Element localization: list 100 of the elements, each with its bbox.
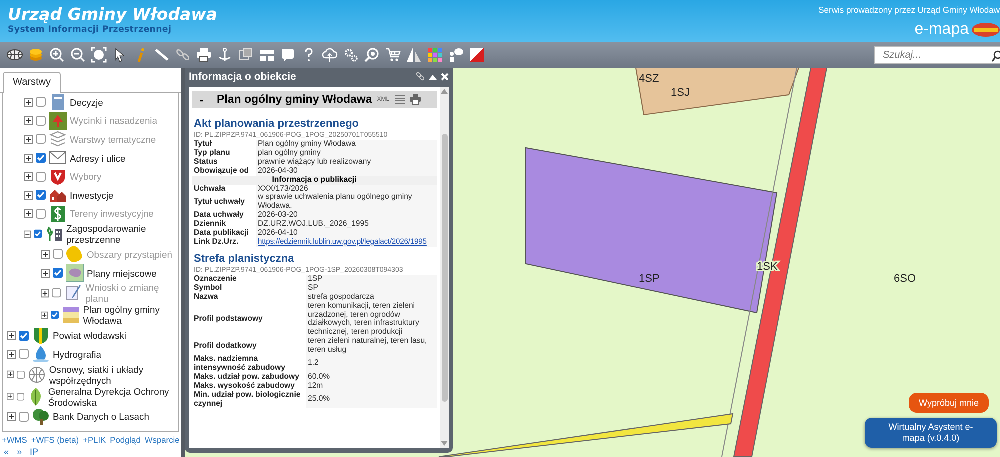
scrollbar[interactable] [440,87,449,448]
site-title: Urząd Gminy Włodawa [8,4,218,25]
search-icon[interactable] [992,50,1000,62]
anchor-icon [216,47,232,63]
zone-area[interactable] [526,147,778,314]
checkbox[interactable] [53,268,63,278]
chat-person-icon [448,47,464,63]
checkbox[interactable] [19,330,29,341]
ruler-icon [154,47,170,63]
money-icon [49,204,67,223]
layers-tab[interactable]: Warstwy [3,72,61,93]
plant-building-icon [46,225,64,244]
expand-icon[interactable] [7,412,16,422]
layer-label[interactable]: Hydrografia [53,348,102,360]
logo-text: e-mapa [914,22,969,38]
operator-note: Serwis prowadzony przez Urząd Gminy Włodaw [818,5,1000,15]
section-title: Strefa planistyczna [194,252,296,265]
assistant-button[interactable]: Wirtualny Asystent e-mapa (v.0.4.0) [865,418,997,448]
road[interactable] [733,68,828,457]
close-icon[interactable] [441,72,449,80]
layer-label[interactable]: Adresy i ulice [70,152,126,164]
expand-icon[interactable] [7,392,14,402]
sail-icon [406,47,422,63]
list-icon[interactable] [394,94,405,104]
layer-label[interactable]: Generalna Dyrekcja Ochrony Środowiska [48,386,178,408]
panel-link[interactable]: +WMS [2,435,28,445]
collapse-icon[interactable] [24,230,32,239]
road[interactable] [438,413,734,457]
tree-icon [49,112,67,130]
popup-title: Informacja o obiekcie [189,70,298,82]
cart-icon [384,47,400,63]
checkbox[interactable] [17,370,26,380]
layers-icon [28,47,44,63]
try-me-tooltip: Wypróbuj mnie [909,393,989,413]
checkbox[interactable] [36,190,46,200]
panel-link[interactable]: Podgląd [110,435,141,445]
shield-icon [49,168,67,186]
document-icon [49,93,67,112]
zone-label: 6SO [894,273,916,285]
checkbox[interactable] [16,392,24,402]
site-subtitle: System Informacji Przestrzennej [8,25,173,35]
checkbox[interactable] [36,153,46,164]
expand-icon[interactable] [7,370,14,380]
expand-icon[interactable] [7,331,16,340]
layer-label[interactable]: Plan ogólny gminy Włodawa [83,304,178,326]
zone-label: 4SZ [639,73,660,85]
object-title: Plan ogólny gminy Włodawa [217,94,372,106]
print-icon[interactable] [410,94,421,105]
panel-link[interactable]: +PLIK [83,435,106,445]
map-icon [66,264,84,282]
checkbox[interactable] [36,97,46,108]
color-grid-icon [426,47,442,63]
panel-link[interactable]: +WFS (beta) [31,435,80,445]
footer-link[interactable]: « [4,447,10,457]
layer-label[interactable]: Osnowy, siatki i układy współrzędnych [49,364,178,386]
checkbox[interactable] [19,349,29,360]
tree-icon [32,408,50,426]
layer-label[interactable]: Inwestycje [70,190,114,201]
diagonal-square-icon [468,47,484,63]
link-icon[interactable] [416,72,425,81]
search-field[interactable]: Szukaj... [874,46,1000,64]
envelope-icon [49,149,67,168]
section-title: Akt planowania przestrzennego [194,118,360,130]
expand-icon[interactable] [24,98,33,107]
zoom-in-icon [48,47,64,63]
expand-icon[interactable] [41,310,48,320]
layers-icon [49,130,67,148]
minimize-icon[interactable] [429,72,437,80]
gears-icon [342,47,358,63]
expand-icon[interactable] [41,268,50,278]
layer-label[interactable]: Powiat włodawski [53,330,126,342]
zone-label: 1SP [639,273,660,285]
expand-icon[interactable] [24,154,33,163]
layout-icon [258,47,274,63]
layer-label[interactable]: Bank Danych o Lasach [53,411,150,422]
full-extent-icon [90,47,106,63]
footer-link[interactable]: IP [30,447,39,457]
checkbox[interactable] [34,229,43,240]
water-drop-icon [32,345,50,364]
checkbox[interactable] [19,412,29,422]
coat-of-arms-icon [32,326,50,345]
layer-label[interactable]: Plany miejscowe [87,268,157,279]
scroll-down-icon[interactable] [441,441,448,446]
zone-label: 1SK [757,261,778,273]
checkbox[interactable] [51,310,60,320]
globe-icon [28,366,46,384]
expand-icon[interactable] [7,350,16,359]
layer-label[interactable]: Decyzje [70,96,104,108]
cloud-icon [322,47,338,63]
expand-icon[interactable] [24,190,33,200]
globe-icon [6,47,22,63]
blob-icon [66,245,84,264]
collapse-button[interactable]: - [200,92,204,106]
zoom-out-icon [70,47,86,63]
layer-label[interactable]: Zagospodarowanie przestrzenne [66,223,178,246]
panel-link[interactable]: Wsparcie [144,435,180,445]
scroll-up-icon[interactable] [441,89,448,94]
link-icon [174,47,190,63]
zone-label: 1SJ [671,87,690,99]
footer-link[interactable]: » [17,447,22,457]
